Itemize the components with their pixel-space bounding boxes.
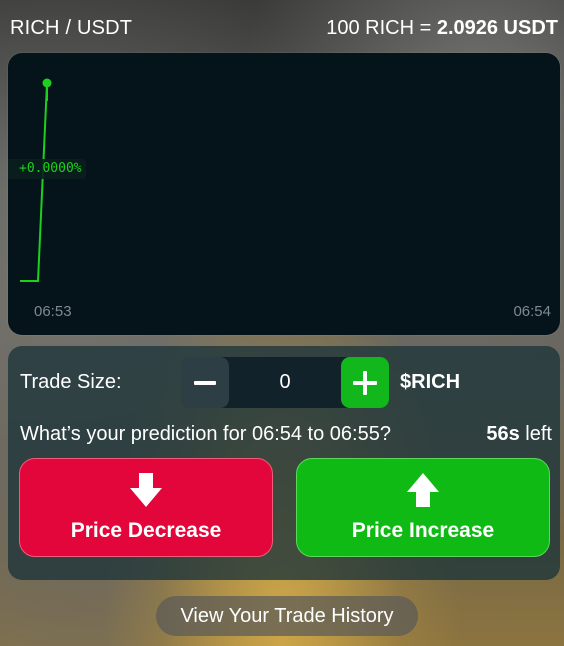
change-label: +0.0000% xyxy=(8,159,86,179)
price-line xyxy=(20,82,48,282)
quantity-input[interactable]: 0 xyxy=(229,357,341,408)
countdown-suffix: left xyxy=(519,423,552,445)
rate-prefix: 100 RICH = xyxy=(326,16,437,39)
price-decrease-button[interactable]: Price Decrease xyxy=(19,458,273,557)
countdown-timer: 56s left xyxy=(486,423,552,446)
token-symbol: $RICH xyxy=(400,371,461,393)
chart-canvas xyxy=(20,78,52,282)
countdown-seconds: 56s xyxy=(486,423,520,445)
trading-pair: RICH / USDT xyxy=(10,16,133,39)
header: RICH / USDT 100 RICH = 2.0926 USDT xyxy=(10,14,558,42)
price-increase-button[interactable]: Price Increase xyxy=(296,458,550,557)
exchange-rate: 100 RICH = 2.0926 USDT xyxy=(326,17,558,40)
arrow-up-icon xyxy=(407,472,439,507)
arrow-down-icon xyxy=(130,472,162,507)
increment-button[interactable] xyxy=(341,357,389,408)
plus-icon xyxy=(353,370,377,395)
price-increase-label: Price Increase xyxy=(351,518,495,542)
rate-value: 2.0926 USDT xyxy=(436,16,558,39)
prediction-question: What’s your prediction for 06:54 to 06:5… xyxy=(20,423,391,445)
price-decrease-label: Price Decrease xyxy=(70,518,222,542)
price-chart: +0.0000% xyxy=(8,53,560,335)
trade-history-button[interactable]: View Your Trade History xyxy=(156,596,418,636)
quantity-stepper: 0 xyxy=(181,357,389,408)
x-tick-start: 06:53 xyxy=(34,303,72,320)
minus-icon xyxy=(194,380,216,385)
decrement-button[interactable] xyxy=(181,357,229,408)
x-tick-end: 06:54 xyxy=(513,303,551,320)
trade-size-label: Trade Size: xyxy=(20,371,122,393)
